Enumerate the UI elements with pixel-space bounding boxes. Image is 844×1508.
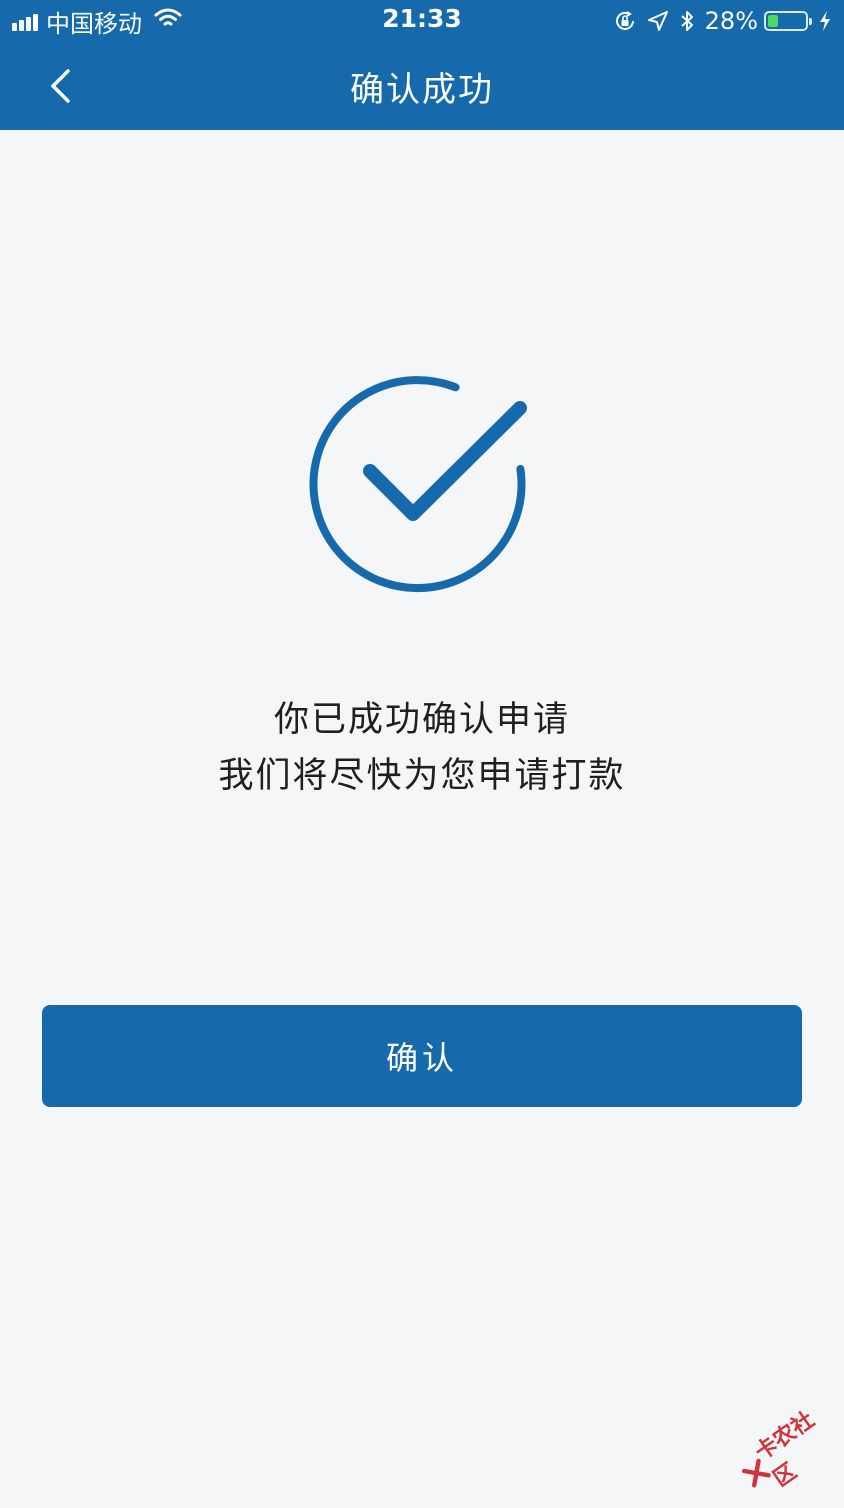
success-message: 你已成功确认申请 我们将尽快为您申请打款: [0, 692, 844, 804]
battery-percent: 28%: [704, 7, 758, 35]
message-line-1: 你已成功确认申请: [273, 700, 570, 740]
check-circle-icon: [300, 370, 540, 610]
confirm-button[interactable]: 确认: [42, 1005, 802, 1107]
page-title: 确认成功: [350, 70, 494, 110]
location-icon: [647, 10, 669, 32]
message-line-2: 我们将尽快为您申请打款: [218, 756, 626, 796]
nav-bar: 确认成功: [0, 42, 844, 130]
status-right: 28%: [603, 6, 832, 36]
battery-icon: [764, 11, 812, 31]
watermark-logo: 卡农社区: [727, 1394, 844, 1508]
charging-bolt-icon: [818, 10, 832, 32]
app-header: 中国移动 21:33 28% 确认成功: [0, 0, 844, 130]
status-bar: 中国移动 21:33 28%: [0, 0, 844, 42]
orientation-lock-icon: [613, 9, 637, 33]
bluetooth-icon: [679, 9, 695, 33]
battery-fill: [768, 15, 778, 27]
